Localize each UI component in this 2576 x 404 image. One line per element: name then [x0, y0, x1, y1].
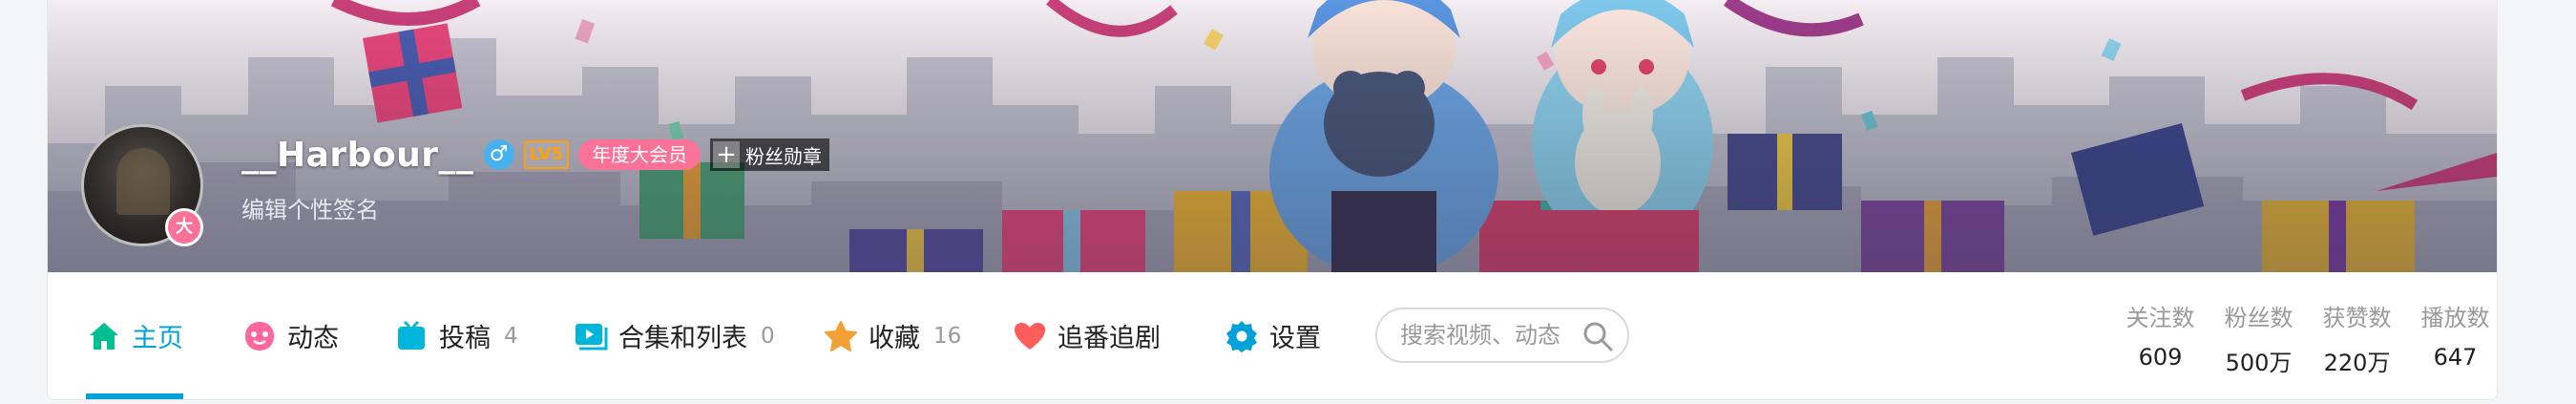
- tab-label: 设置: [1269, 324, 1321, 353]
- tab-count: 16: [933, 323, 962, 349]
- vip-avatar-badge: 大: [165, 208, 203, 246]
- tab-count: 4: [504, 323, 518, 349]
- profile-card: 大 __Harbour__ ♂ LV5 年度大会员 + 粉丝勋章 编辑个性签名 …: [48, 0, 2497, 399]
- search-box[interactable]: [1375, 308, 1629, 363]
- tab-bangumi[interactable]: 追番追剧: [1012, 272, 1161, 399]
- tab-label: 动态: [287, 324, 339, 353]
- stat-followers[interactable]: 粉丝数 500万: [2209, 299, 2308, 377]
- profile-nav: 主页 动态 投稿 4 合集和列表 0 收藏 16 追番追剧 设置 搜索视频、动态…: [48, 272, 2497, 399]
- tab-uploads[interactable]: 投稿 4: [393, 272, 518, 399]
- tab-label: 收藏: [869, 324, 920, 353]
- stat-plays: 播放数 647: [2406, 299, 2497, 377]
- home-icon: [86, 318, 122, 354]
- stat-label: 粉丝数: [2224, 305, 2293, 331]
- tab-label: 主页: [132, 324, 183, 353]
- avatar[interactable]: 大: [81, 124, 203, 246]
- male-gender-icon: ♂: [483, 139, 514, 170]
- playlist-icon: [573, 318, 609, 354]
- tab-label: 合集和列表: [618, 324, 747, 353]
- stat-value: 220万: [2323, 350, 2391, 376]
- tab-count: 0: [761, 323, 775, 349]
- plus-icon: +: [713, 141, 741, 168]
- fan-medal-label: 粉丝勋章: [745, 144, 823, 168]
- stat-value: 647: [2433, 344, 2478, 371]
- stat-value: 500万: [2225, 350, 2293, 376]
- stat-following[interactable]: 关注数 609: [2111, 299, 2209, 377]
- stat-likes: 获赞数 220万: [2308, 299, 2406, 377]
- tab-label: 追番追剧: [1058, 324, 1161, 353]
- dynamic-icon: [241, 318, 278, 354]
- heart-icon: [1012, 318, 1048, 354]
- tab-dynamic[interactable]: 动态: [241, 272, 339, 399]
- search-input[interactable]: [1398, 321, 1574, 350]
- tab-settings[interactable]: 设置: [1224, 272, 1321, 399]
- stat-label: 获赞数: [2322, 305, 2392, 331]
- signature-edit[interactable]: 编辑个性签名: [241, 191, 379, 224]
- stats-panel: 关注数 609 粉丝数 500万 获赞数 220万 播放数 647: [2111, 299, 2497, 377]
- tab-collections[interactable]: 合集和列表 0: [573, 272, 775, 399]
- tv-icon: [393, 318, 429, 354]
- search-icon[interactable]: [1581, 320, 1614, 356]
- star-icon: [823, 318, 859, 354]
- stat-label: 播放数: [2420, 305, 2490, 331]
- stat-label: 关注数: [2126, 305, 2195, 331]
- tab-home[interactable]: 主页: [86, 272, 183, 399]
- username: __Harbour__: [241, 135, 474, 175]
- vip-badge[interactable]: 年度大会员: [578, 139, 702, 170]
- name-row: __Harbour__ ♂ LV5 年度大会员 + 粉丝勋章: [241, 132, 830, 178]
- stat-value: 609: [2138, 344, 2183, 371]
- tab-favorites[interactable]: 收藏 16: [823, 272, 961, 399]
- fan-medal-button[interactable]: + 粉丝勋章: [710, 138, 830, 171]
- level-badge[interactable]: LV5: [523, 140, 570, 169]
- tab-label: 投稿: [439, 324, 491, 353]
- gear-icon: [1224, 318, 1260, 354]
